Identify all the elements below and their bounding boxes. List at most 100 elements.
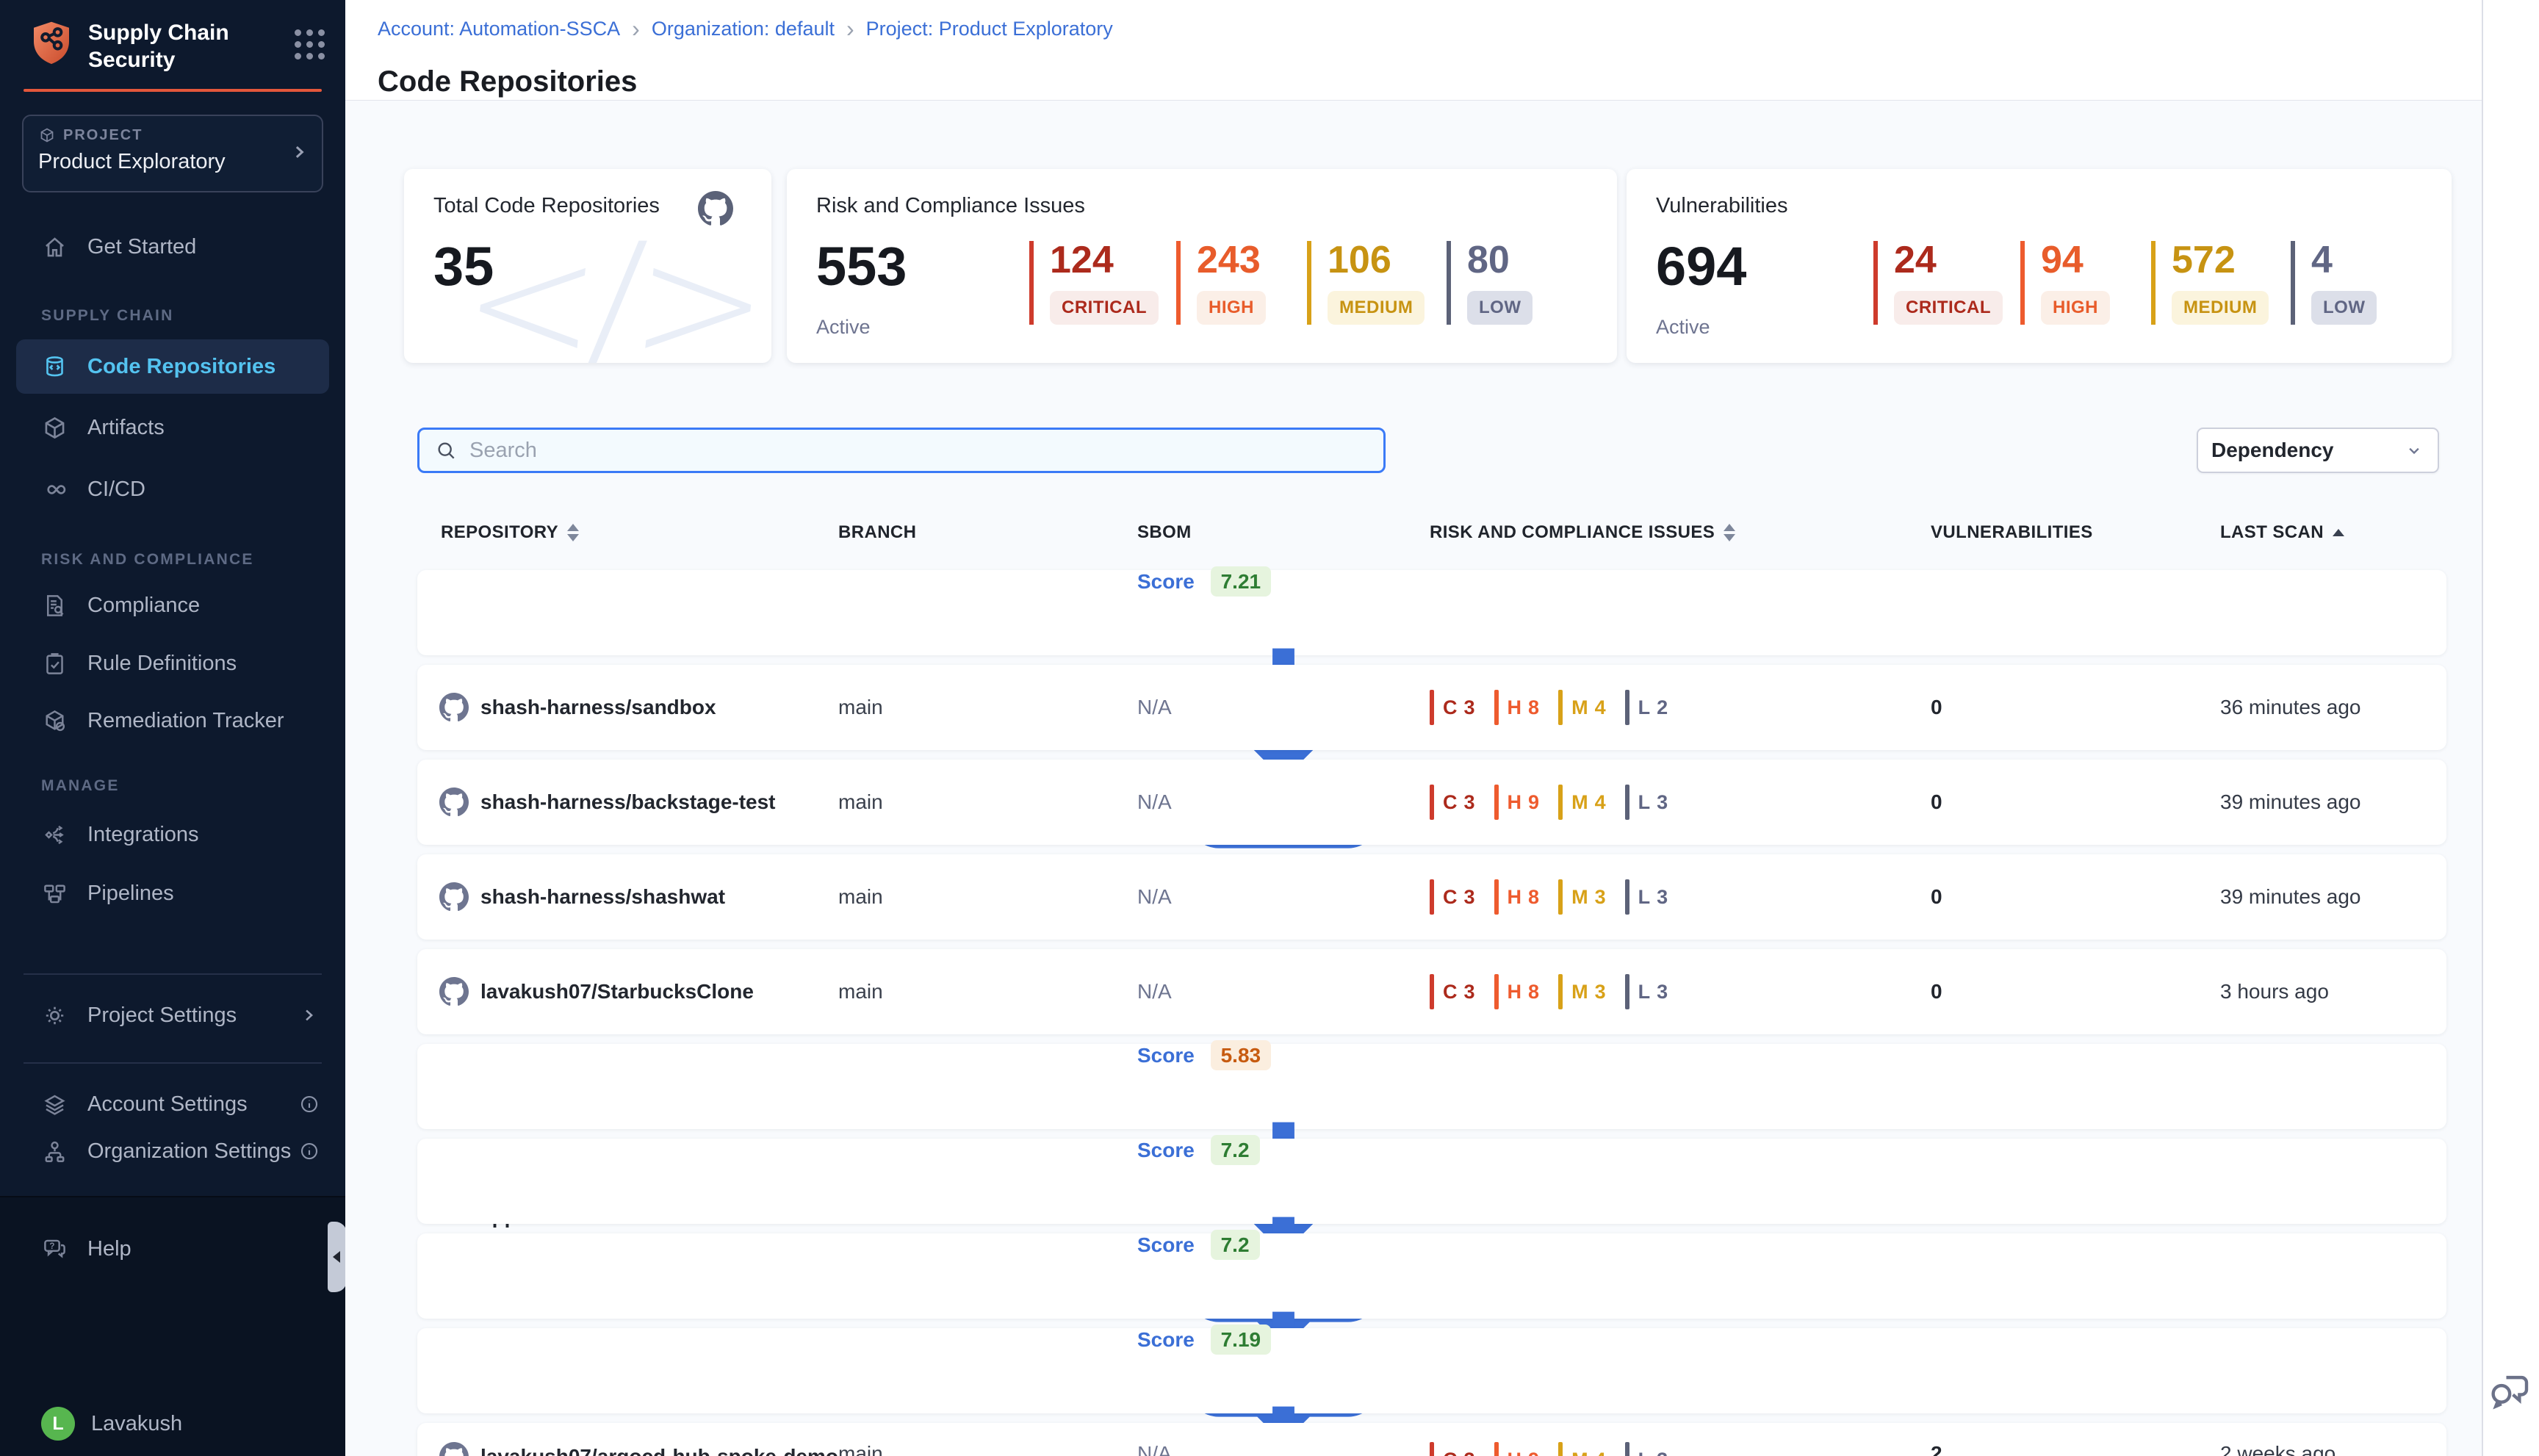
breadcrumb-organization[interactable]: Organization: default — [652, 18, 835, 40]
sbom-score-link[interactable]: Score — [1137, 1233, 1195, 1256]
table-row[interactable]: tejakummarikuntla/gh-actions main Score … — [417, 1328, 2446, 1413]
sort-icon — [567, 524, 579, 541]
low-chip: L3 — [1625, 785, 1668, 820]
project-selector[interactable]: PROJECT Product Exploratory — [22, 115, 323, 192]
artifacts-cube-icon — [41, 414, 68, 442]
search-input[interactable] — [468, 438, 1369, 464]
table-row[interactable]: tejakummarikuntla/filler-app-node main S… — [417, 1139, 2446, 1224]
remediation-box-icon — [41, 707, 68, 735]
sidebar-item-project-settings[interactable]: Project Settings — [0, 986, 345, 1045]
vulns-total-value: 694 — [1656, 239, 1746, 294]
sidebar-collapse-handle[interactable] — [328, 1222, 347, 1292]
sbom-score-badge: 7.19 — [1211, 1325, 1272, 1355]
gear-icon — [41, 1002, 68, 1029]
repository-name[interactable]: shash-harness/sandbox — [480, 696, 716, 719]
medium-chip: M3 — [1558, 879, 1606, 915]
info-icon[interactable] — [298, 1093, 320, 1115]
sbom-score-link[interactable]: Score — [1137, 1139, 1195, 1161]
sidebar-item-integrations[interactable]: Integrations — [0, 805, 345, 864]
sidebar-item-artifacts[interactable]: Artifacts — [0, 398, 345, 457]
low-chip: L3 — [1625, 1442, 1668, 1456]
sbom-score-link[interactable]: Score — [1137, 1044, 1195, 1067]
chevron-right-icon — [288, 141, 310, 163]
pipelines-icon — [41, 880, 68, 907]
last-scan: 2 weeks ago — [2216, 1442, 2446, 1456]
medium-chip: M3 — [1558, 974, 1606, 1009]
low-stat: 80 LOW — [1447, 241, 1535, 325]
table-row[interactable]: lavakush07/StarbucksClone main N/A C3 H8… — [417, 949, 2446, 1034]
section-risk-compliance: RISK AND COMPLIANCE — [41, 551, 254, 569]
table-row[interactable]: shash-harness/sandbox main N/A C3 H8 M4 … — [417, 665, 2446, 750]
chevron-down-icon — [2404, 440, 2424, 461]
sidebar-item-remediation-tracker[interactable]: Remediation Tracker — [0, 691, 345, 750]
low-chip: L3 — [1625, 879, 1668, 915]
sidebar-item-cicd[interactable]: CI/CD — [0, 460, 345, 519]
user-menu[interactable]: L Lavakush — [0, 1394, 345, 1453]
chat-support-button[interactable] — [2486, 1366, 2535, 1415]
apps-grid-icon[interactable] — [295, 29, 325, 60]
sidebar-item-rule-definitions[interactable]: Rule Definitions — [0, 634, 345, 693]
page-title: Code Repositories — [378, 65, 637, 98]
sbom-score-link[interactable]: Score — [1137, 1328, 1195, 1351]
branch-value: main — [838, 790, 1137, 814]
active-label: Active — [816, 316, 871, 339]
branch-value: main — [838, 696, 1137, 719]
repository-name[interactable]: lavakush07/argocd-hub-spoke-demo — [480, 1445, 838, 1456]
low-stat: 4 LOW — [2291, 241, 2379, 325]
org-hierarchy-icon — [41, 1138, 68, 1165]
table-row[interactable]: shash-harness/shashwat main N/A C3 H8 M3… — [417, 854, 2446, 940]
table-row[interactable]: lavakush07/argocd-hub-spoke-demo main N/… — [417, 1423, 2446, 1456]
github-icon — [439, 977, 469, 1006]
column-issues[interactable]: RISK AND COMPLIANCE ISSUES — [1430, 522, 1926, 543]
card-title: Risk and Compliance Issues — [816, 194, 1085, 218]
table-row[interactable]: tejakummarikuntla/gh-actions-artifacts m… — [417, 1233, 2446, 1319]
repository-name[interactable]: shash-harness/backstage-test — [480, 790, 776, 814]
table-row[interactable]: lavakush07/easybuggy-vulnerable-app… mai… — [417, 1044, 2446, 1129]
critical-chip: C3 — [1430, 785, 1475, 820]
repository-name[interactable]: lavakush07/StarbucksClone — [480, 980, 754, 1003]
sidebar-item-help[interactable]: ? Help — [0, 1219, 345, 1278]
column-branch: BRANCH — [838, 522, 1137, 543]
code-repository-icon — [41, 353, 68, 381]
logo-row: Supply Chain Security — [28, 19, 325, 73]
sidebar-item-organization-settings[interactable]: Organization Settings — [0, 1122, 345, 1181]
avatar: L — [41, 1407, 75, 1441]
critical-chip: C3 — [1430, 690, 1475, 725]
table-row[interactable]: shash-harness/backstage-plugins main Sco… — [417, 570, 2446, 655]
table-header: REPOSITORY BRANCH SBOM RISK AND COMPLIAN… — [417, 512, 2446, 553]
repo-table-body: shash-harness/backstage-plugins main Sco… — [417, 570, 2446, 1456]
sidebar-item-pipelines[interactable]: Pipelines — [0, 864, 345, 923]
sort-icon — [1724, 524, 1735, 541]
critical-chip: C3 — [1430, 879, 1475, 915]
breadcrumb-project[interactable]: Project: Product Exploratory — [866, 18, 1113, 40]
last-scan: 36 minutes ago — [2216, 696, 2446, 719]
dependency-filter-dropdown[interactable]: Dependency — [2197, 428, 2439, 473]
code-watermark: </> — [454, 209, 768, 363]
breadcrumb-account[interactable]: Account: Automation-SSCA — [378, 18, 620, 40]
total-repos-card: Total Code Repositories 35 </> — [404, 169, 771, 363]
vulnerability-count: 0 — [1926, 885, 2216, 909]
sbom-not-available: N/A — [1137, 885, 1172, 909]
critical-chip: C3 — [1430, 1442, 1475, 1456]
vulns-severity-row: 24 CRITICAL 94 HIGH 572 MEDIUM 4 LOW — [1873, 241, 2379, 325]
high-chip: H9 — [1494, 785, 1540, 820]
critical-stat: 124 CRITICAL — [1029, 241, 1176, 325]
low-chip: L2 — [1625, 690, 1668, 725]
sidebar-divider — [24, 1062, 322, 1064]
info-icon[interactable] — [298, 1140, 320, 1162]
column-last-scan[interactable]: LAST SCAN — [2216, 522, 2446, 543]
scrollbar-gutter[interactable] — [2482, 0, 2539, 1456]
column-repository[interactable]: REPOSITORY — [417, 522, 838, 543]
high-chip: H8 — [1494, 690, 1540, 725]
table-row[interactable]: shash-harness/backstage-test main N/A C3… — [417, 760, 2446, 845]
sidebar-item-compliance[interactable]: Compliance — [0, 576, 345, 635]
sbom-score-link[interactable]: Score — [1137, 570, 1195, 593]
sbom-score-badge: 5.83 — [1211, 1040, 1272, 1070]
sbom-not-available: N/A — [1137, 1442, 1172, 1456]
last-scan: 39 minutes ago — [2216, 790, 2446, 814]
repository-name[interactable]: shash-harness/shashwat — [480, 885, 725, 909]
sidebar-item-code-repositories[interactable]: Code Repositories — [16, 339, 329, 394]
clipboard-check-icon — [41, 650, 68, 677]
critical-stat: 24 CRITICAL — [1873, 241, 2020, 325]
sidebar-item-get-started[interactable]: Get Started — [0, 217, 345, 276]
